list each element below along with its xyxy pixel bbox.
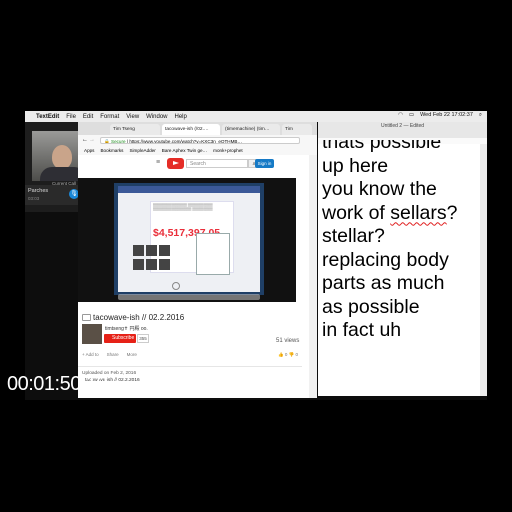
editor-line: stellar? (322, 225, 385, 247)
search-icon[interactable]: ⌕ (479, 112, 482, 119)
editor-line: replacing body (322, 248, 449, 271)
tab-tacowave[interactable]: tacowave-ish (/02.… (162, 124, 220, 135)
video-thumb (146, 245, 157, 256)
bookmark-apps[interactable]: Apps (84, 146, 94, 155)
menu-help[interactable]: Help (175, 114, 187, 120)
bookmarks-bar: Apps Bookmarks SimpleAdder Bare Aphex Tw… (78, 146, 317, 155)
call-duration: 03:03 (28, 196, 40, 201)
video-icon (82, 314, 91, 321)
url-field[interactable]: 🔒 Secure | https://www.youtube.com/watch… (100, 137, 300, 144)
menu-clock[interactable]: Wed Feb 22 17:02:37 (420, 112, 473, 119)
menu-view[interactable]: View (126, 114, 139, 120)
tab-tim[interactable]: Tim (282, 124, 312, 135)
url-text: https://www.youtube.com/watch?v=KXC3n_eO… (129, 139, 243, 144)
video-content-topbar (118, 186, 260, 193)
editor-line: as possible (322, 295, 420, 318)
secure-label: Secure (111, 139, 126, 144)
video-thumb (159, 259, 170, 270)
video-content-text: ▒▒▒▒▒▒▒▒▒▒▒▒▒▒▒ ▒▒▒▒▒▒▒▒▒▒▒ ▒▒▒▒▒▒▒▒▒▒▒▒… (153, 203, 213, 211)
bookmark-bookmarks[interactable]: Bookmarks (100, 146, 123, 155)
divider (78, 366, 302, 367)
channel-name[interactable]: timtseng✝ 円殿 oo. (105, 325, 148, 332)
add-to-button[interactable]: + Add to (82, 352, 99, 357)
back-icon[interactable]: ← (82, 137, 88, 143)
menu-edit[interactable]: Edit (83, 114, 93, 120)
bookmark-aphex[interactable]: Bare Aphex Twin ge… (162, 146, 207, 155)
editor-line: you know the (322, 178, 437, 200)
youtube-logo-icon[interactable] (167, 158, 184, 169)
video-actions: + Add to Share More (82, 352, 137, 357)
subscribe-button[interactable]: Subscribe (104, 334, 136, 343)
editor-text[interactable]: thats possible up here you know the work… (322, 140, 482, 390)
play-indicator-icon (172, 282, 180, 290)
editor-line: in fact uh (322, 319, 402, 341)
battery-icon[interactable]: ▭ (409, 112, 414, 119)
tab-tim-tseng[interactable]: Tim Tseng (110, 124, 160, 135)
avatar[interactable] (82, 324, 102, 344)
subscriber-count: 355 (137, 334, 149, 343)
share-button[interactable]: Share (107, 352, 119, 357)
video-dock (118, 294, 260, 300)
video-title: tacowave-ish // 02.2.2016 (93, 313, 185, 322)
view-count: 51 views (276, 338, 300, 344)
menu-bar: TextEdit File Edit Format View Window He… (25, 111, 487, 122)
video-thumb (133, 245, 144, 256)
video-thumb (146, 259, 157, 270)
misspelled-word: sellars (390, 201, 447, 224)
lock-icon: 🔒 (104, 139, 110, 144)
tab-timemachine[interactable]: (timemachine) (tim… (222, 124, 280, 135)
editor-title: Untitled 2 — Edited (380, 123, 425, 129)
menu-file[interactable]: File (66, 114, 76, 120)
wifi-icon[interactable]: ◠ (398, 112, 403, 119)
sign-in-button[interactable]: Sign in (255, 159, 274, 168)
video-thumb (159, 245, 170, 256)
bookmark-monk[interactable]: monk+prophet (213, 146, 243, 155)
forward-icon[interactable]: → (89, 137, 95, 143)
bookmark-simpleadder[interactable]: SimpleAdder (129, 146, 155, 155)
video-thumb (133, 259, 144, 270)
caller-name: Parches (28, 188, 49, 194)
menu-window[interactable]: Window (146, 114, 167, 120)
more-button[interactable]: More (127, 352, 137, 357)
tab-bar: Tim Tseng tacowave-ish (/02.… (timemachi… (78, 122, 317, 135)
timecode-overlay: 00:01:50;10 (7, 373, 108, 395)
menu-app-name[interactable]: TextEdit (36, 114, 59, 120)
editor-line: parts as much (322, 272, 445, 294)
editor-line: up here (322, 154, 389, 177)
search-input[interactable]: Search (186, 159, 248, 168)
menu-icon[interactable]: ≡ (156, 159, 160, 166)
editor-line: work of sellars? (322, 201, 458, 224)
like-counts[interactable]: 👍 0 👎 0 (278, 352, 298, 358)
video-chat-panel (196, 233, 230, 275)
editor-line: thats possible (322, 140, 442, 153)
browser-scrollbar[interactable] (309, 155, 317, 398)
menu-format[interactable]: Format (100, 114, 119, 120)
